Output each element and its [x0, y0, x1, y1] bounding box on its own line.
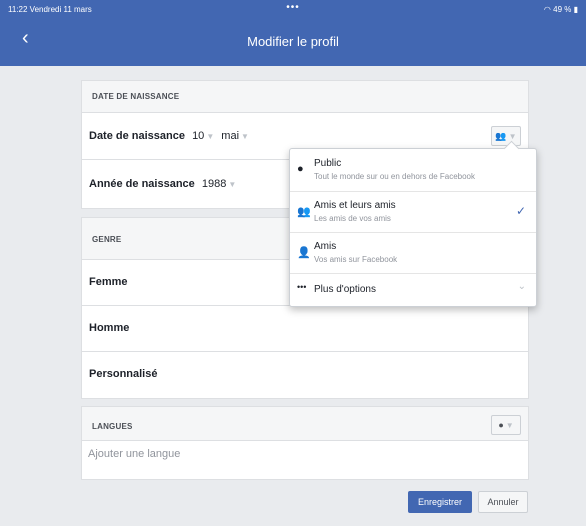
gender-option-personnalise[interactable]: Personnalisé [82, 352, 528, 397]
birthdate-section-title: DATE DE NAISSANCE [92, 92, 180, 101]
languages-card: LANGUES ● ▼ Ajouter une langue [81, 406, 529, 480]
languages-section-title: LANGUES [92, 422, 133, 431]
top-bar: 11:22 Vendredi 11 mars ••• ◠ 49 % ▮ ‹ Mo… [0, 0, 586, 66]
globe-icon: ● [498, 420, 504, 430]
caret-down-icon: ▼ [206, 132, 215, 141]
chevron-down-icon: ⌄ [517, 281, 526, 292]
privacy-option-friends[interactable]: 👤 Amis Vos amis sur Facebook [290, 233, 536, 273]
option-subtitle: Les amis de vos amis [314, 214, 391, 223]
option-title: Plus d'options [314, 284, 376, 295]
globe-icon: ● [297, 163, 304, 175]
privacy-option-friends-of-friends[interactable]: 👥 Amis et leurs amis Les amis de vos ami… [290, 192, 536, 232]
status-time: 11:22 Vendredi 11 mars [8, 5, 92, 14]
save-button[interactable]: Enregistrer [408, 491, 472, 513]
language-input[interactable]: Ajouter une langue [88, 448, 180, 460]
year-select[interactable]: 1988 ▼ [202, 178, 236, 190]
caret-down-icon: ▼ [505, 421, 514, 430]
cancel-button[interactable]: Annuler [478, 491, 528, 513]
birthdate-header: DATE DE NAISSANCE [82, 81, 528, 113]
battery-status: ◠ 49 % ▮ [543, 5, 578, 14]
option-subtitle: Vos amis sur Facebook [314, 255, 398, 264]
multitask-dots: ••• [286, 2, 300, 13]
birthdate-privacy-button[interactable]: 👥 ▼ [491, 126, 521, 146]
checkmark-icon: ✓ [515, 204, 526, 218]
gender-option-label: Femme [89, 276, 128, 288]
wifi-icon: ◠ [543, 5, 551, 14]
status-bar: 11:22 Vendredi 11 mars ••• ◠ 49 % ▮ [0, 0, 586, 18]
option-title: Amis [314, 241, 337, 252]
privacy-dropdown: ● Public Tout le monde sur ou en dehors … [289, 140, 537, 307]
birthyear-label: Année de naissance [89, 178, 195, 190]
gender-option-label: Personnalisé [89, 368, 158, 380]
privacy-option-public[interactable]: ● Public Tout le monde sur ou en dehors … [290, 149, 536, 191]
gender-section-title: GENRE [92, 235, 122, 244]
day-select[interactable]: 10 ▼ [192, 130, 214, 142]
friends-of-friends-icon: 👥 [495, 131, 507, 141]
languages-privacy-button[interactable]: ● ▼ [491, 415, 521, 435]
caret-down-icon: ▼ [228, 180, 237, 189]
option-title: Public [314, 158, 342, 169]
caret-down-icon: ▼ [241, 132, 249, 141]
caret-down-icon: ▼ [508, 132, 517, 141]
more-icon: ••• [297, 282, 307, 292]
gender-option-label: Homme [89, 322, 130, 334]
option-title: Amis et leurs amis [314, 200, 396, 211]
option-subtitle: Tout le monde sur ou en dehors de Facebo… [314, 172, 475, 181]
battery-icon: ▮ [573, 5, 578, 14]
privacy-option-more[interactable]: ••• Plus d'options ⌄ [290, 274, 536, 305]
friends-of-friends-icon: 👥 [297, 206, 311, 218]
month-select[interactable]: mai ▼ [221, 130, 249, 142]
gender-option-homme[interactable]: Homme [82, 306, 528, 352]
birthdate-label: Date de naissance [89, 130, 185, 142]
languages-header: LANGUES ● ▼ [82, 407, 528, 441]
friends-icon: 👤 [297, 247, 311, 259]
page-title: Modifier le profil [247, 34, 339, 49]
